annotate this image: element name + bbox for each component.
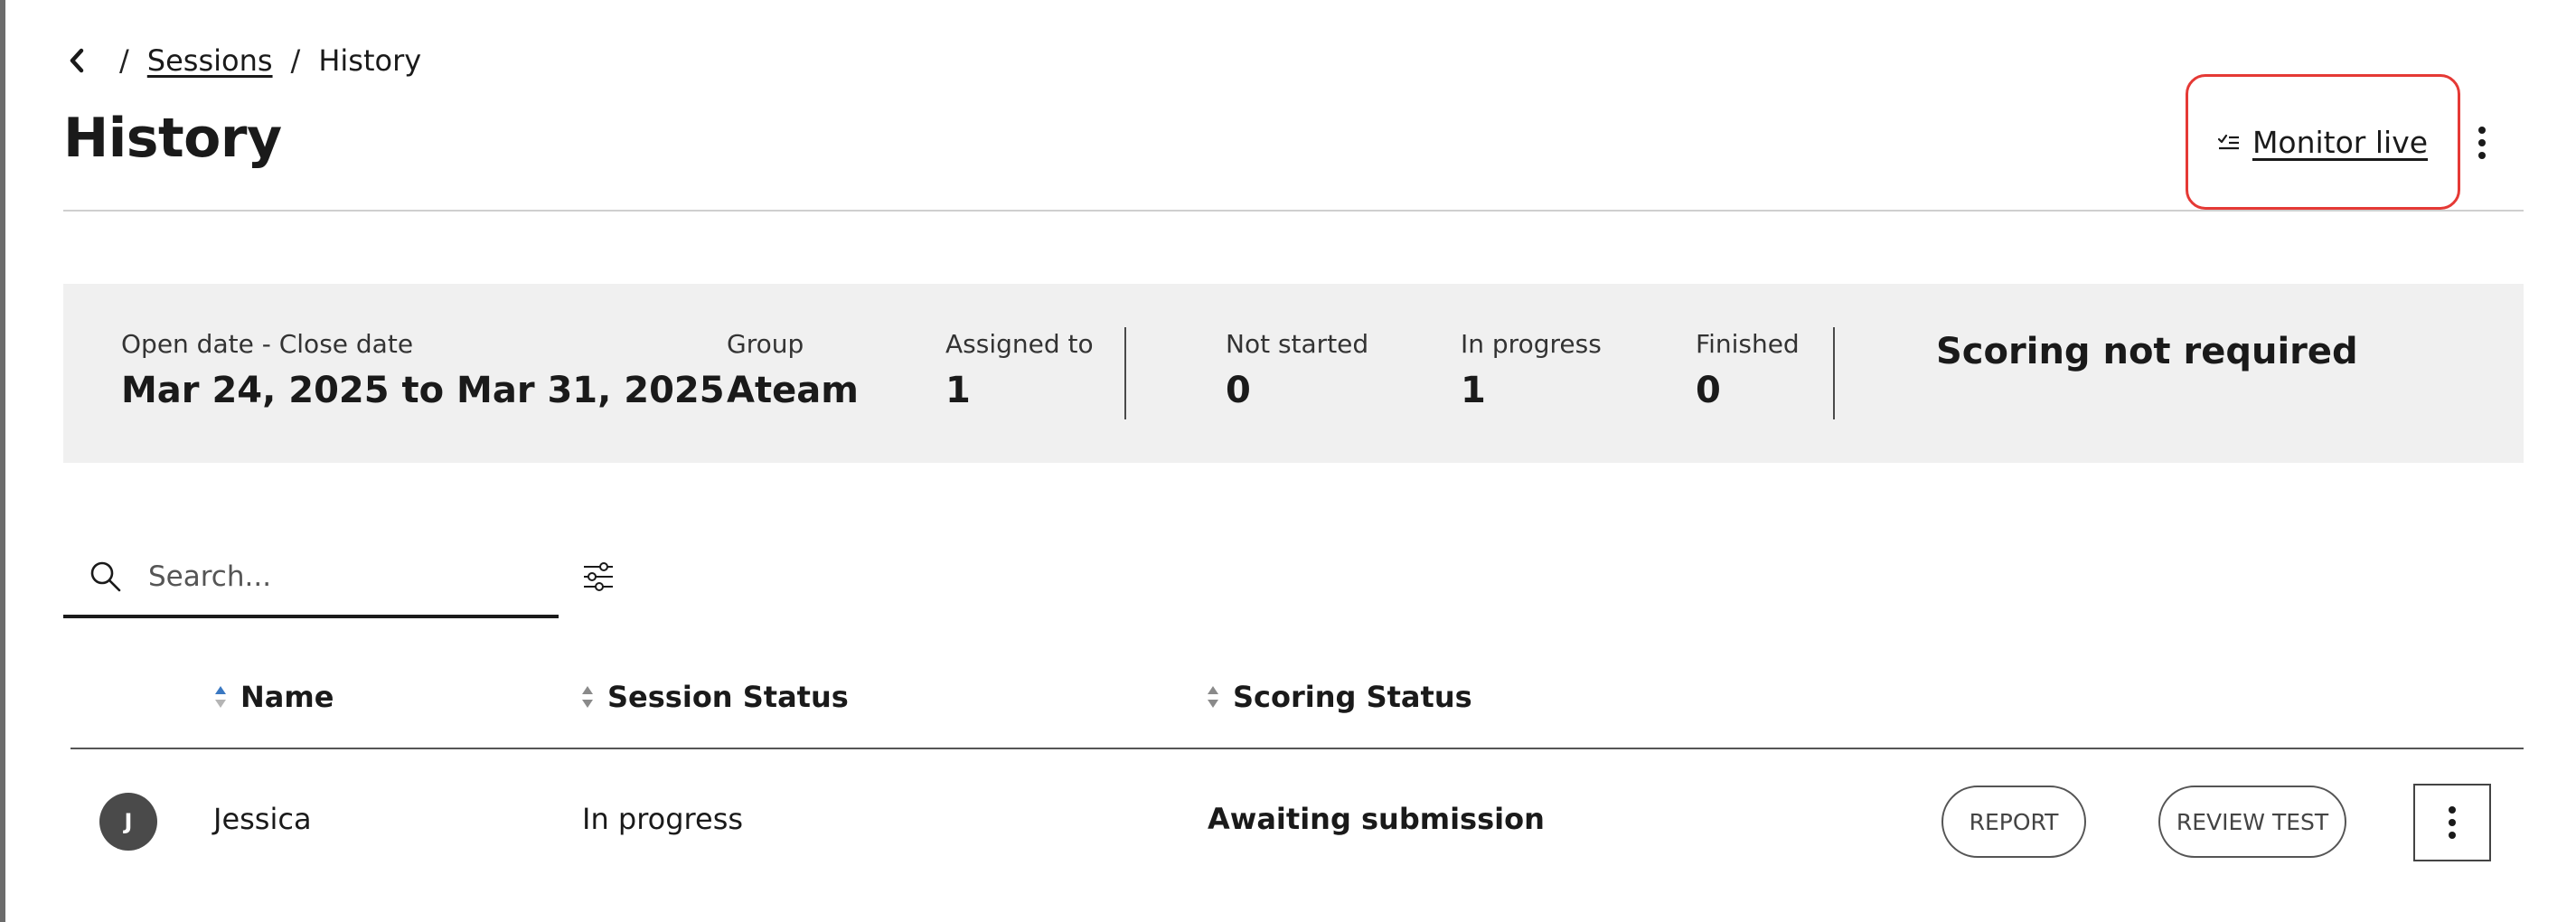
cell-scoring-status: Awaiting submission	[1208, 802, 1545, 836]
breadcrumb-link-sessions[interactable]: Sessions	[147, 43, 273, 78]
column-header-name[interactable]: Name	[213, 676, 334, 718]
summary-label: Assigned to	[945, 329, 1094, 359]
summary-not-started: Not started 0	[1226, 329, 1368, 411]
avatar: J	[99, 793, 157, 851]
summary-label: Not started	[1226, 329, 1369, 359]
row-more-options-button[interactable]	[2413, 784, 2491, 861]
more-vertical-icon	[2478, 127, 2486, 134]
more-options-button[interactable]	[2464, 116, 2500, 170]
summary-label: Finished	[1696, 329, 1800, 359]
summary-value: 0	[1696, 370, 1721, 411]
cell-name: Jessica	[213, 802, 312, 836]
breadcrumb-separator: /	[290, 43, 301, 78]
summary-divider	[1833, 327, 1835, 419]
summary-label: In progress	[1461, 329, 1602, 359]
scoring-note: Scoring not required	[1936, 331, 2358, 372]
column-header-label: Name	[240, 680, 334, 714]
summary-value: Ateam	[727, 370, 859, 411]
sort-arrows-icon	[213, 683, 228, 710]
summary-value: 1	[945, 370, 971, 411]
summary-assigned: Assigned to 1	[945, 329, 1094, 411]
header-divider	[63, 210, 2524, 212]
column-header-session-status[interactable]: Session Status	[580, 676, 849, 718]
breadcrumb: / Sessions / History	[63, 40, 421, 81]
sort-arrows-icon	[1206, 683, 1220, 710]
column-header-label: Scoring Status	[1233, 680, 1472, 714]
summary-in-progress: In progress 1	[1461, 329, 1602, 411]
chevron-left-icon	[70, 48, 84, 73]
report-button[interactable]: REPORT	[1941, 786, 2086, 858]
search-input[interactable]	[148, 560, 528, 593]
breadcrumb-current: History	[318, 43, 422, 78]
filter-button[interactable]	[578, 557, 618, 597]
filter-sliders-icon	[584, 562, 613, 591]
breadcrumb-separator: /	[119, 43, 129, 78]
cell-session-status: In progress	[582, 802, 744, 836]
summary-finished: Finished 0	[1696, 329, 1800, 411]
table-row: J Jessica In progress Awaiting submissio…	[71, 749, 2524, 894]
summary-divider	[1124, 327, 1126, 419]
search-box	[63, 539, 559, 618]
summary-dates: Open date - Close date Mar 24, 2025 to M…	[121, 329, 725, 411]
checklist-icon	[2217, 134, 2240, 150]
more-vertical-icon	[2449, 806, 2456, 814]
review-test-button[interactable]: REVIEW TEST	[2158, 786, 2346, 858]
summary-label: Group	[727, 329, 804, 359]
monitor-live-button[interactable]: Monitor live	[2186, 74, 2460, 210]
summary-group: Group Ateam	[727, 329, 859, 411]
summary-value: 1	[1461, 370, 1486, 411]
summary-value: 0	[1226, 370, 1251, 411]
column-header-scoring-status[interactable]: Scoring Status	[1206, 676, 1472, 718]
summary-value: Mar 24, 2025 to Mar 31, 2025	[121, 370, 725, 411]
monitor-live-label: Monitor live	[2252, 124, 2429, 160]
page-title: History	[63, 107, 282, 170]
back-button[interactable]	[63, 40, 90, 81]
search-icon	[89, 560, 123, 594]
summary-label: Open date - Close date	[121, 329, 414, 359]
column-header-label: Session Status	[607, 680, 849, 714]
window-edge	[0, 0, 5, 922]
sort-arrows-icon	[580, 683, 595, 710]
session-summary: Open date - Close date Mar 24, 2025 to M…	[63, 284, 2524, 463]
